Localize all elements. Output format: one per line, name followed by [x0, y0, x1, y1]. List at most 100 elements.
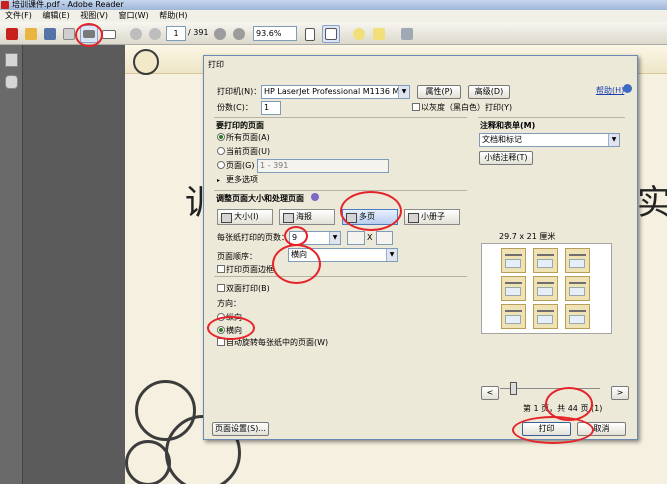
open-folder-icon — [25, 28, 37, 40]
fit-width-icon — [325, 28, 337, 40]
slider-knob[interactable] — [510, 382, 517, 395]
menu-window[interactable]: 窗口(W) — [119, 10, 149, 22]
zoom-out-button[interactable] — [211, 25, 229, 43]
custom-columns-input[interactable] — [347, 231, 365, 245]
next-page-button[interactable] — [146, 25, 164, 43]
radio-portrait[interactable] — [217, 313, 225, 321]
advanced-button[interactable]: 高级(D) — [468, 85, 510, 99]
fit-page-icon — [305, 28, 315, 41]
auto-rotate-checkbox[interactable] — [217, 338, 225, 346]
menu-help[interactable]: 帮助(H) — [159, 10, 187, 22]
summarize-comments-button[interactable]: 小结注释(T) — [479, 151, 533, 165]
menu-file[interactable]: 文件(F) — [5, 10, 32, 22]
radio-current-page[interactable] — [217, 147, 225, 155]
info-icon[interactable] — [311, 193, 319, 201]
page-total: / 391 — [188, 28, 209, 37]
landscape-label: 横向 — [226, 326, 242, 335]
comments-group-title: 注释和表单(M) — [480, 121, 536, 130]
plus-icon — [233, 28, 245, 40]
preview-next-button[interactable]: > — [611, 386, 629, 400]
preview-page-slider[interactable] — [500, 382, 600, 395]
poster-button-label: 海报 — [296, 212, 312, 221]
page-thumbnails-icon[interactable] — [5, 53, 18, 67]
previous-page-button[interactable] — [127, 25, 145, 43]
pages-per-sheet-select[interactable]: 9 ▼ — [289, 231, 341, 245]
create-pdf-icon — [6, 28, 18, 40]
custom-rows-input[interactable] — [376, 231, 393, 245]
preview-thumbnail — [501, 276, 526, 301]
school-logo — [133, 49, 159, 75]
size-icon — [221, 213, 232, 223]
booklet-button[interactable]: 小册子 — [404, 209, 460, 225]
print-border-label: 打印页面边框 — [226, 265, 274, 274]
radio-all-pages[interactable] — [217, 133, 225, 141]
help-link[interactable]: 帮助(H) — [596, 85, 624, 96]
save-icon — [44, 28, 56, 40]
radio-landscape[interactable] — [217, 326, 225, 334]
title-bar: 培训课件.pdf - Adobe Reader — [0, 0, 667, 10]
print-border-checkbox[interactable] — [217, 265, 225, 273]
printer-select[interactable]: HP LaserJet Professional M1136 MFP ▼ — [261, 85, 410, 99]
save-button[interactable] — [41, 25, 59, 43]
orientation-label: 方向： — [217, 299, 241, 308]
menu-edit[interactable]: 编辑(E) — [42, 10, 69, 22]
fit-width-button[interactable] — [322, 25, 340, 43]
radio-pages-label: 页面(G) — [226, 161, 255, 170]
help-icon[interactable] — [623, 84, 632, 93]
preview-prev-button[interactable]: < — [481, 386, 499, 400]
x-separator: X — [367, 233, 373, 242]
poster-icon — [283, 213, 294, 223]
copies-input[interactable]: 1 — [261, 101, 281, 115]
zoom-value: 93.6% — [256, 29, 282, 38]
arrow-down-icon — [149, 28, 161, 40]
email-button[interactable] — [60, 25, 78, 43]
pages-per-sheet-value: 9 — [292, 233, 298, 242]
cancel-button[interactable]: 取消 — [577, 422, 626, 436]
auto-rotate-label: 自动旋转每张纸中的页面(W) — [226, 338, 329, 347]
preview-size-label: 29.7 x 21 厘米 — [499, 232, 556, 241]
print-dialog: 打印 打印机(N)： HP LaserJet Professional M113… — [203, 55, 638, 440]
radio-all-label: 所有页面(A) — [226, 133, 270, 142]
printer-label: 打印机(N)： — [217, 87, 262, 96]
page-order-select[interactable]: 横向 ▼ — [288, 248, 398, 262]
page-number-input[interactable]: 1 — [166, 26, 186, 41]
sign-button[interactable] — [370, 25, 388, 43]
duplex-checkbox[interactable] — [217, 284, 225, 292]
booklet-icon — [408, 213, 419, 223]
zoom-in-button[interactable] — [230, 25, 248, 43]
page-count-label: 第 1 页，共 44 页 (1) — [523, 404, 603, 413]
preview-thumbnail — [565, 304, 590, 329]
printer-value: HP LaserJet Professional M1136 MFP — [264, 87, 409, 96]
pages-range-input[interactable]: 1 - 391 — [257, 159, 389, 173]
zoom-select[interactable]: 93.6% — [253, 26, 297, 41]
pages-group-title: 要打印的页面 — [216, 121, 264, 130]
print-button[interactable] — [80, 25, 98, 43]
toolbar: 1 / 391 93.6% — [0, 22, 667, 45]
more-options-toggle[interactable]: 更多选项 — [226, 174, 258, 185]
expand-triangle-icon[interactable]: ▸ — [217, 175, 220, 186]
radio-pages[interactable] — [217, 161, 225, 169]
print-confirm-button[interactable]: 打印 — [522, 422, 571, 436]
grayscale-checkbox[interactable] — [412, 103, 420, 111]
dialog-title: 打印 — [204, 56, 637, 74]
pages-group-divider — [214, 117, 467, 118]
menu-view[interactable]: 视图(V) — [80, 10, 108, 22]
preview-thumbnail — [501, 304, 526, 329]
size-button[interactable]: 大小(I) — [217, 209, 273, 225]
properties-button[interactable]: 属性(P) — [417, 85, 461, 99]
page-setup-button[interactable]: 页面设置(S)... — [212, 422, 269, 436]
printer-icon — [83, 30, 95, 38]
page-text-right: 实 — [637, 183, 667, 223]
comment-button[interactable] — [350, 25, 368, 43]
multiple-pages-button[interactable]: 多页 — [342, 209, 398, 225]
comments-select[interactable]: 文档和标记 ▼ — [479, 133, 620, 147]
create-pdf-button[interactable] — [3, 25, 21, 43]
expand-button[interactable] — [398, 25, 416, 43]
mail-button[interactable] — [99, 25, 117, 43]
poster-button[interactable]: 海报 — [279, 209, 335, 225]
preview-thumbnail — [501, 248, 526, 273]
pen-icon — [373, 28, 385, 40]
attachment-icon[interactable] — [5, 75, 18, 89]
fit-page-button[interactable] — [302, 25, 320, 43]
open-button[interactable] — [22, 25, 40, 43]
